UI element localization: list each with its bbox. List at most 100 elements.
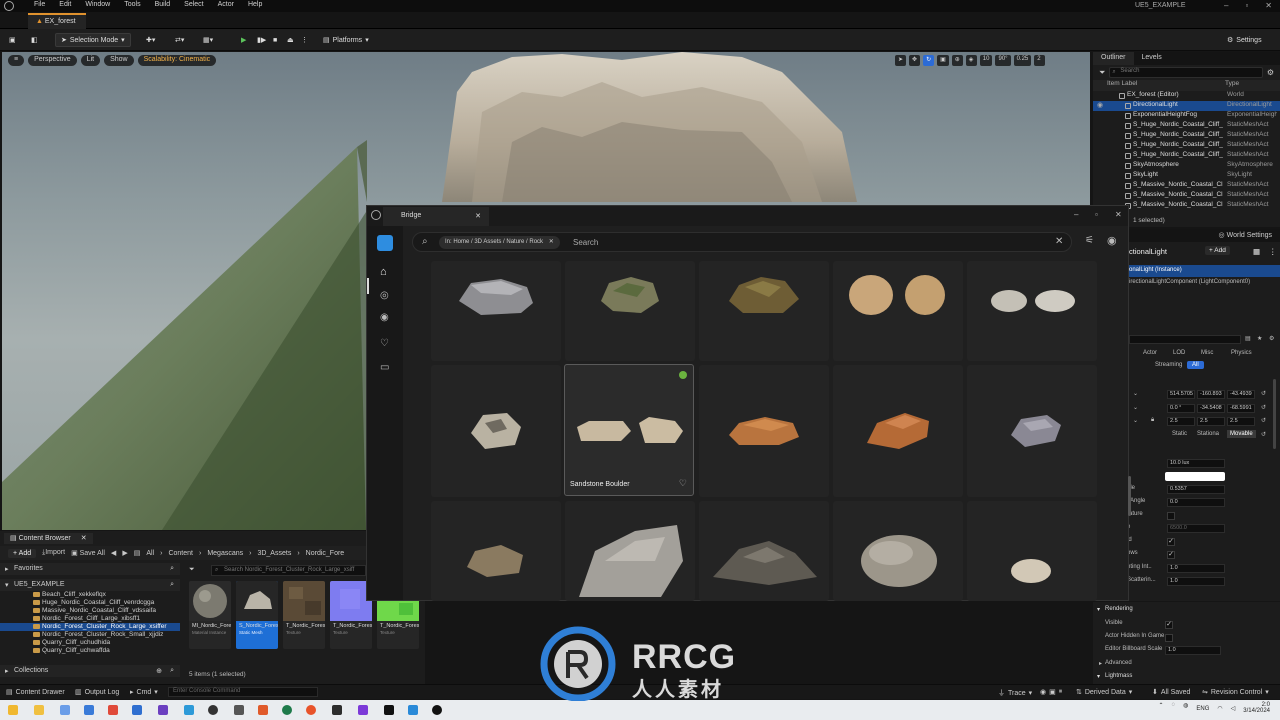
close-icon[interactable]: ✕ <box>1115 210 1122 219</box>
app-icon[interactable] <box>184 705 194 715</box>
pause-icon[interactable]: ⏸ <box>1059 688 1063 696</box>
search-icon[interactable]: ⌕ <box>170 667 174 675</box>
project-header[interactable]: ▾ UE5_EXAMPLE ⌕ <box>0 579 180 591</box>
selection-mode-button[interactable]: ➤ Selection Mode ▾ <box>55 33 131 47</box>
outliner-row[interactable]: ExponentialHeightFog ExponentialHeightFog <box>1093 111 1280 121</box>
details-blueprint-icon[interactable]: ▦ <box>1253 247 1260 256</box>
rotation-y[interactable]: -34.5408 <box>1197 404 1225 413</box>
save-icon[interactable]: ▣ <box>4 33 21 47</box>
record-icon[interactable]: ◉ <box>1040 688 1046 696</box>
mobility-movable[interactable]: Movable <box>1227 430 1256 438</box>
intensity-value[interactable]: 10.0 lux <box>1167 459 1225 468</box>
category-filter-chip[interactable]: In: Home / 3D Assets / Nature / Rock ✕ <box>439 236 560 249</box>
viewport-menu-icon[interactable]: ≡ <box>8 55 25 66</box>
scale-tool-icon[interactable]: ▣ <box>937 55 949 66</box>
temperature-checkbox[interactable] <box>1167 512 1175 520</box>
asset-card[interactable] <box>967 501 1097 601</box>
history-forward-icon[interactable]: ▶ <box>122 549 127 557</box>
stop-icon[interactable]: ■ <box>268 33 282 47</box>
search-icon[interactable]: ⌕ <box>170 565 174 573</box>
monitor-icon[interactable]: ▭ <box>380 362 391 373</box>
grid-view-icon[interactable]: ▤ <box>1245 335 1251 342</box>
menu-actor[interactable]: Actor <box>218 1 234 8</box>
asset-card[interactable] <box>833 261 963 361</box>
bridge-logo-icon[interactable] <box>377 235 393 251</box>
asset-card[interactable] <box>565 501 695 601</box>
visibility-eye-icon[interactable]: ◉ <box>1097 101 1103 109</box>
hidden-in-game-checkbox[interactable] <box>1165 634 1173 642</box>
tab-outliner[interactable]: Outliner <box>1093 52 1134 65</box>
advanced-row[interactable]: ▸ Advanced <box>1093 660 1280 672</box>
folder-item[interactable]: Nordic_Forest_Cluster_Rock_Small_xjjdiz <box>0 631 180 639</box>
asset-card[interactable] <box>699 501 829 601</box>
play-options-icon[interactable]: ⋮ <box>296 33 313 47</box>
add-button[interactable]: + Add <box>8 548 37 558</box>
folder-item[interactable]: Beach_Cliff_xekkeflqx <box>0 591 180 599</box>
asset-card[interactable] <box>699 365 829 497</box>
app-icon[interactable] <box>208 705 218 715</box>
derived-data-button[interactable]: ⇅ Derived Data ▾ <box>1076 688 1132 697</box>
select-tool-icon[interactable]: ➤ <box>895 55 907 66</box>
account-icon[interactable]: ◉ <box>1107 234 1117 247</box>
reset-icon[interactable]: ↺ <box>1261 431 1266 438</box>
lit-button[interactable]: Lit <box>80 55 101 66</box>
tray-icon[interactable]: ◍ <box>1183 702 1188 714</box>
history-back-icon[interactable]: ◀ <box>111 549 116 557</box>
outliner-row[interactable]: S_Massive_Nordic_Coastal_Cli StaticMeshAc… <box>1093 191 1280 201</box>
tray-icon[interactable]: ⌃ <box>1159 702 1164 714</box>
app-icon[interactable] <box>84 705 94 715</box>
asset-card[interactable] <box>431 501 561 601</box>
outliner-row[interactable]: S_Massive_Nordic_Coastal_Cli StaticMeshAc… <box>1093 181 1280 191</box>
camera-speed-value[interactable]: 2 <box>1034 55 1046 66</box>
asset-card[interactable] <box>967 365 1097 497</box>
level-tab[interactable]: ▲ EX_forest <box>28 13 86 29</box>
scale-snap-value[interactable]: 0.25 <box>1013 55 1032 66</box>
mobility-static[interactable]: Static <box>1172 431 1187 437</box>
asset-tile-texture-albedo[interactable]: T_Nordic_Forest_Clust... Texture <box>283 581 325 649</box>
crumb-all[interactable]: All <box>146 550 154 557</box>
minimize-icon[interactable]: – <box>1224 1 1228 10</box>
home-icon[interactable]: ⌂ <box>380 266 391 278</box>
perspective-button[interactable]: Perspective <box>28 55 77 66</box>
outliner-settings-icon[interactable]: ⚙ <box>1267 68 1274 77</box>
outliner-row[interactable]: EX_forest (Editor) World <box>1093 91 1280 101</box>
bridge-search-bar[interactable]: ⌕ In: Home / 3D Assets / Nature / Rock ✕… <box>412 232 1072 252</box>
folder-icon[interactable] <box>34 705 44 715</box>
filter-misc[interactable]: Misc <box>1201 350 1213 356</box>
settings-button[interactable]: ⚙ Settings <box>1222 33 1267 47</box>
collections-header[interactable]: ▸ Collections ⊕ ⌕ <box>0 665 180 677</box>
crumb-nordic-forest[interactable]: Nordic_Fore <box>306 550 345 557</box>
folder-item[interactable]: Nordic_Forest_Cliff_Large_xibsff1 <box>0 615 180 623</box>
cinematics-icon[interactable]: ▦▾ <box>198 33 218 47</box>
asset-card[interactable] <box>431 365 561 497</box>
location-x[interactable]: 514.5705 <box>1167 390 1195 399</box>
details-options-icon[interactable]: ⋮ <box>1269 247 1277 256</box>
tab-levels[interactable]: Levels <box>1134 52 1170 65</box>
outliner-row[interactable]: S_Huge_Nordic_Coastal_Cliff_ StaticMeshAc… <box>1093 141 1280 151</box>
close-icon[interactable]: ✕ <box>549 239 554 245</box>
app-icon[interactable] <box>306 705 316 715</box>
revision-control-button[interactable]: ⇋ Revision Control ▾ <box>1202 688 1269 697</box>
search-icon[interactable]: ⌕ <box>170 581 174 589</box>
app-icon[interactable] <box>358 705 368 715</box>
asset-tile-material[interactable]: MI_Nordic_Forest_Clust... Material Insta… <box>189 581 231 649</box>
billboard-scale-value[interactable]: 1.0 <box>1165 646 1221 655</box>
platforms-button[interactable]: ▤ Platforms ▾ <box>318 33 374 47</box>
app-icon[interactable] <box>332 705 342 715</box>
app-icon[interactable] <box>132 705 142 715</box>
source-angle-value[interactable]: 0.0 <box>1167 498 1225 507</box>
details-search-input[interactable] <box>1129 335 1241 344</box>
outliner-row[interactable]: S_Huge_Nordic_Coastal_Cliff_ StaticMeshAc… <box>1093 151 1280 161</box>
clock[interactable]: 2:0 3/14/2024 <box>1243 702 1270 714</box>
outliner-row[interactable]: SkyLight SkyLight <box>1093 171 1280 181</box>
angle-value[interactable]: 0.5357 <box>1167 485 1225 494</box>
scale-y[interactable]: 2.5 <box>1197 417 1225 426</box>
rotation-snap-value[interactable]: 90° <box>995 55 1011 66</box>
crumb-content[interactable]: Content <box>168 550 193 557</box>
asset-filter-icon[interactable]: ⏷ <box>189 566 195 574</box>
details-add-button[interactable]: + Add <box>1205 246 1230 255</box>
scale-x[interactable]: 2.5 <box>1167 417 1195 426</box>
filter-icon[interactable]: ⚟ <box>1085 235 1094 246</box>
asset-card[interactable] <box>565 261 695 361</box>
tab-world-settings[interactable]: ◎ World Settings <box>1211 229 1280 242</box>
